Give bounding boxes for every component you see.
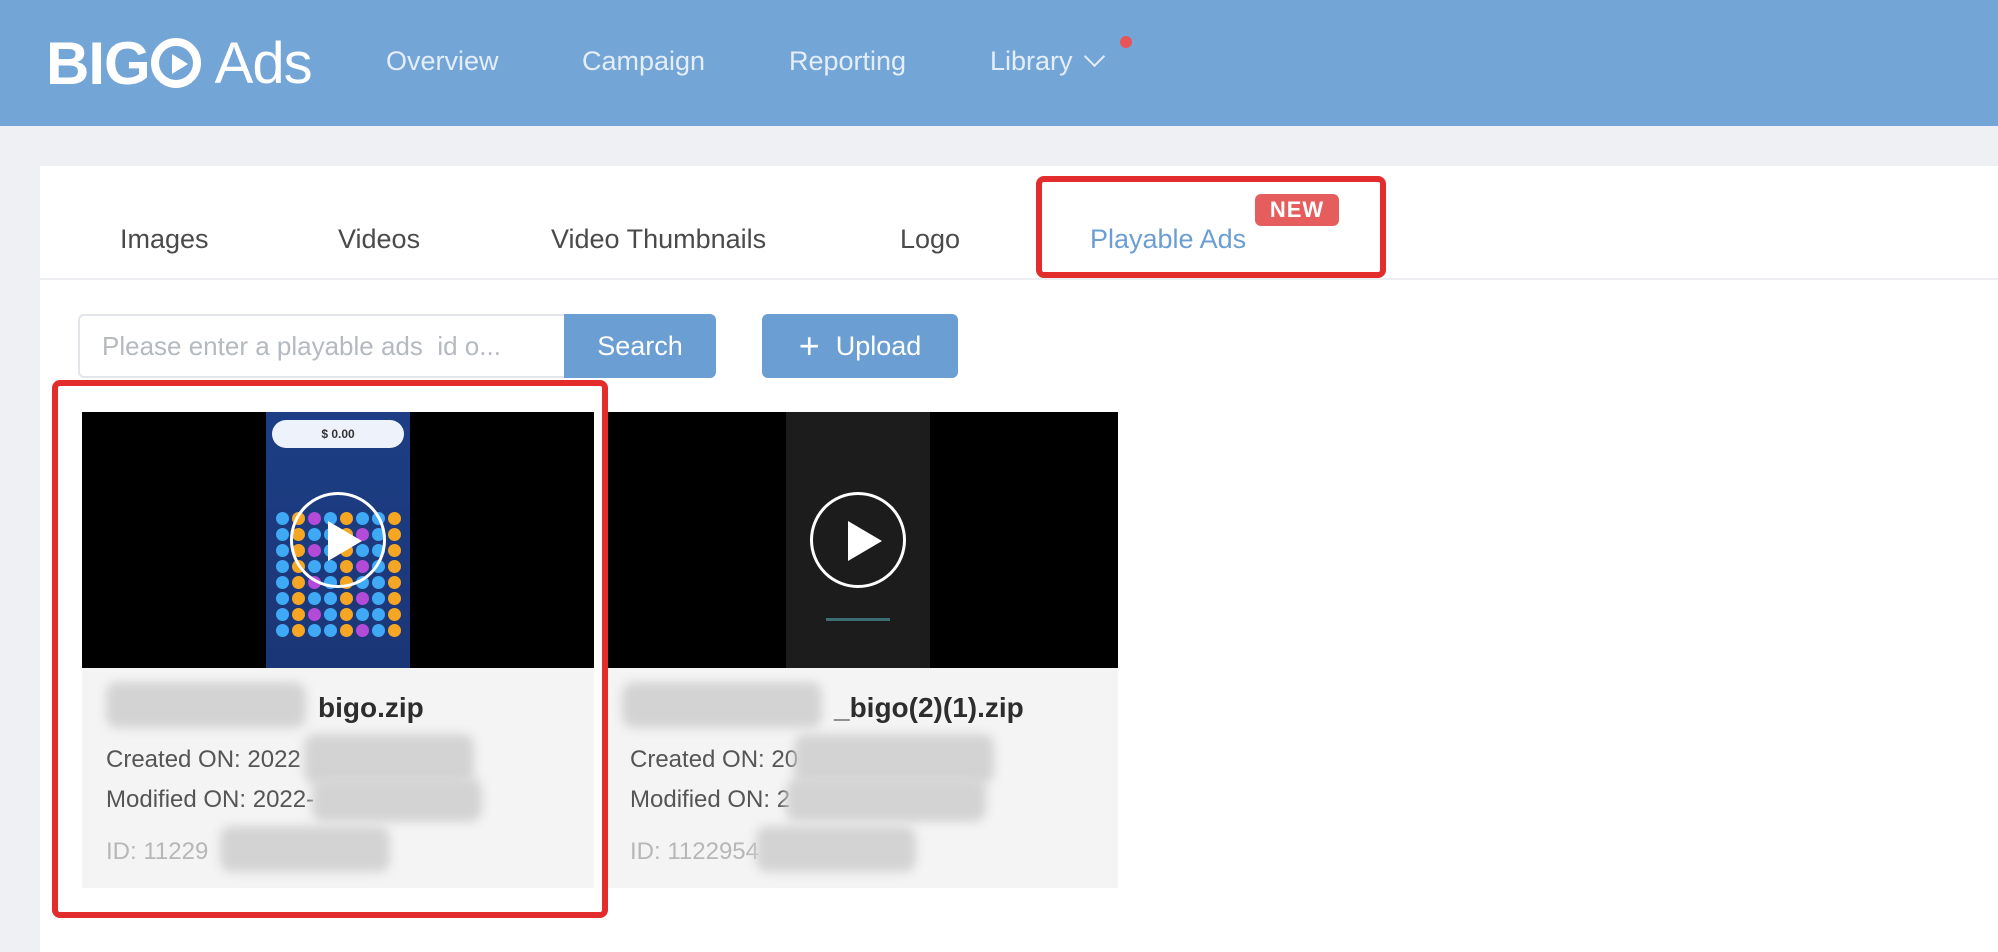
file-name: _bigo(2)(1).zip (834, 692, 1024, 723)
tab-highlight-annotation (1036, 176, 1386, 278)
logo-suffix-text: Ads (214, 30, 313, 96)
redacted-area (786, 778, 986, 822)
tab-videos[interactable]: Videos (338, 224, 420, 255)
logo-brand-text: BIG (46, 29, 151, 97)
card-highlight-annotation (52, 380, 608, 918)
nav-overview[interactable]: Overview (386, 46, 499, 77)
tab-logo[interactable]: Logo (900, 224, 960, 255)
playable-ad-card[interactable]: _bigo(2)(1).zip Created ON: 20 Modified … (606, 412, 1118, 888)
top-navigation-bar: BIG Ads Overview Campaign Reporting Libr… (0, 0, 1998, 126)
tab-video-thumbnails[interactable]: Video Thumbnails (551, 224, 766, 255)
playable-ad-preview[interactable] (606, 412, 1118, 668)
redacted-area (622, 682, 822, 728)
nav-reporting[interactable]: Reporting (789, 46, 906, 77)
created-date: Created ON: 20 (630, 746, 799, 773)
nav-library[interactable]: Library (990, 45, 1105, 77)
tab-images[interactable]: Images (120, 224, 209, 255)
play-circle-icon[interactable] (810, 492, 906, 588)
upload-button-label: Upload (835, 330, 922, 361)
nav-campaign[interactable]: Campaign (582, 46, 705, 77)
chevron-down-icon (1083, 45, 1105, 68)
search-button[interactable]: Search (564, 314, 716, 378)
plus-icon: + (798, 325, 820, 366)
loading-bar (826, 618, 890, 621)
ad-id: ID: 1122954 (630, 838, 759, 865)
notification-dot (1120, 36, 1132, 48)
logo-play-icon (150, 38, 201, 88)
redacted-area (756, 826, 916, 872)
redacted-area (794, 734, 994, 784)
bigo-ads-logo[interactable]: BIG Ads (46, 29, 313, 97)
upload-button[interactable]: + Upload (762, 314, 958, 378)
nav-library-label: Library (990, 46, 1073, 76)
modified-date: Modified ON: 2 (630, 786, 791, 813)
search-input[interactable] (78, 314, 564, 378)
tabs-divider (40, 278, 1998, 280)
